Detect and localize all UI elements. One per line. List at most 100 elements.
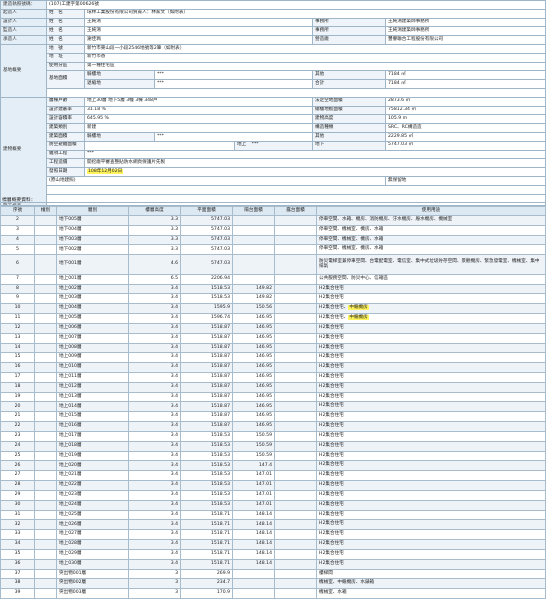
floor-area-label: 總樓地板面積	[312, 105, 386, 116]
row-use: 樓梯間	[316, 568, 546, 580]
row-building	[34, 499, 57, 511]
site-area-label: 基地面積	[46, 70, 85, 89]
row-terrace	[274, 293, 317, 305]
table-row: 38 突出物002層 3 234.7 機械室、中繼機房、水錶箱	[0, 578, 546, 590]
row-area: 1518.71	[180, 558, 233, 570]
row-balcony: 147.01	[232, 480, 275, 491]
row-height: 3.4	[128, 342, 181, 354]
row-area: 1518.53	[180, 489, 233, 501]
row-height: 3.4	[128, 303, 181, 315]
row-building	[34, 519, 57, 531]
row-floor: 地上012層	[56, 381, 129, 393]
row-terrace	[274, 254, 317, 275]
table-row: 9 地上003層 3.4 1518.53 149.82 H2集合住宅	[0, 293, 546, 305]
row-building	[34, 371, 57, 383]
remark-row: (原山地建照) 無保留地	[1, 175, 546, 186]
row-height: 3.4	[128, 352, 181, 364]
row-floor: 突出物003層	[56, 588, 129, 600]
table-row: 21 地上015層 3.4 1518.87 146.95 H2集合住宅	[0, 411, 546, 423]
row-number: 36	[0, 558, 35, 570]
row-number: 22	[0, 421, 35, 432]
far: 645.95 %	[84, 114, 313, 125]
row-number: 34	[0, 539, 35, 550]
row-use: 機械室、水箱	[316, 588, 546, 600]
type-row: 建築類別 新建 構造種類 SRC、RC構造造	[1, 123, 546, 133]
row-height: 3.4	[128, 421, 181, 432]
row-terrace	[274, 460, 317, 472]
row-height: 3.4	[128, 430, 181, 442]
row-floor: 地上013層	[56, 391, 129, 403]
row-balcony: 149.82	[232, 283, 275, 295]
table-row: 5 地下002層 3.3 5747.03 停車空間、機械室、機房、水箱	[0, 244, 546, 256]
row-balcony: 149.82	[232, 293, 275, 305]
row-building	[34, 509, 57, 521]
misc-row: 雜項工程 ***	[1, 149, 546, 160]
building-floors-row: 建物概要 層棟戶數 地上30層 地下5層 3幢 3棟 348戶 法定空地面積 2…	[0, 96, 546, 204]
row-number: 8	[0, 283, 35, 295]
row-area: 1518.87	[180, 381, 233, 393]
row-building	[34, 352, 57, 364]
row-building	[34, 244, 57, 256]
row-terrace	[274, 568, 317, 580]
site-arcade: ***	[154, 70, 313, 81]
table-row: 11 地上005層 3.4 1596.74 146.95 H2集合住宅、中繼機房	[0, 313, 546, 324]
row-building	[34, 529, 57, 541]
row-height: 3.4	[128, 539, 181, 550]
row-number: 39	[0, 588, 35, 600]
row-terrace	[274, 470, 317, 482]
row-terrace	[274, 509, 317, 521]
designer-office: 王純鴻建築師事務所	[384, 17, 546, 28]
row-area: 269.9	[180, 568, 233, 580]
row-area: 1518.53	[180, 470, 233, 482]
row-number: 2	[0, 215, 35, 226]
table-row: 29 地上023層 3.4 1518.53 147.01 H2集合住宅	[0, 489, 546, 501]
row-balcony: 148.14	[232, 509, 275, 521]
row-number: 17	[0, 371, 35, 383]
row-use: H2集合住宅	[316, 489, 546, 501]
row-terrace	[274, 499, 317, 511]
row-floor: 地下004層	[56, 224, 129, 236]
row-height: 3.4	[128, 411, 181, 423]
row-terrace	[274, 421, 317, 432]
row-building	[34, 313, 57, 324]
row-use: H2集合住宅	[316, 352, 546, 364]
row-area: 2206.94	[180, 273, 233, 285]
building-other: 2229.85 ㎡	[384, 131, 546, 142]
row-building	[34, 273, 57, 285]
row-balcony: 148.14	[232, 558, 275, 570]
row-balcony: 148.14	[232, 529, 275, 541]
license-row: 建造執照號碼： (107)工建字第00626號	[0, 0, 546, 10]
row-floor: 地上001層	[56, 273, 129, 285]
row-balcony: 146.95	[232, 381, 275, 393]
row-building	[34, 283, 57, 295]
row-floor: 地上014層	[56, 401, 129, 413]
row-floor: 地上019層	[56, 450, 129, 462]
row-building	[34, 470, 57, 482]
col-header-no: 序號	[0, 206, 35, 216]
row-balcony	[232, 244, 275, 256]
row-number: 6	[0, 254, 35, 275]
row-building	[34, 568, 57, 580]
building-other-label: 其他	[312, 131, 386, 142]
row-use: H2集合住宅	[316, 480, 546, 491]
table-row: 16 地上010層 3.4 1518.87 146.95 H2集合住宅	[0, 362, 546, 373]
site-other: 7184 ㎡	[384, 70, 546, 81]
row-building	[34, 548, 57, 560]
row-area: 1518.87	[180, 401, 233, 413]
row-use: H2集合住宅	[316, 342, 546, 354]
structure: SRC、RC構造造	[384, 123, 546, 133]
row-height: 3.4	[128, 371, 181, 383]
table-row: 24 地上018層 3.4 1518.53 150.59 H2集合住宅	[0, 440, 546, 452]
row-height: 3.4	[128, 322, 181, 334]
row-area: 5747.03	[180, 234, 233, 246]
site-zoning-row: 使用分區 第一種住宅區	[1, 61, 546, 72]
row-use: 公共服務空間、防災中心、信箱區	[316, 273, 546, 285]
row-use: H2集合住宅	[316, 450, 546, 462]
row-height: 3.4	[128, 480, 181, 491]
row-balcony: 146.95	[232, 391, 275, 403]
row-balcony: 150.56	[232, 303, 275, 315]
row-number: 12	[0, 322, 35, 334]
table-row: 3 地下004層 3.3 5747.03 停車空間、機械室、機房、水箱	[0, 224, 546, 236]
site-lot-row: 基地概要 地 號 新竹市東山段一小段2546地號等2筆（如附表）	[0, 43, 546, 98]
supervisor-office-label: 事務所	[312, 26, 386, 37]
